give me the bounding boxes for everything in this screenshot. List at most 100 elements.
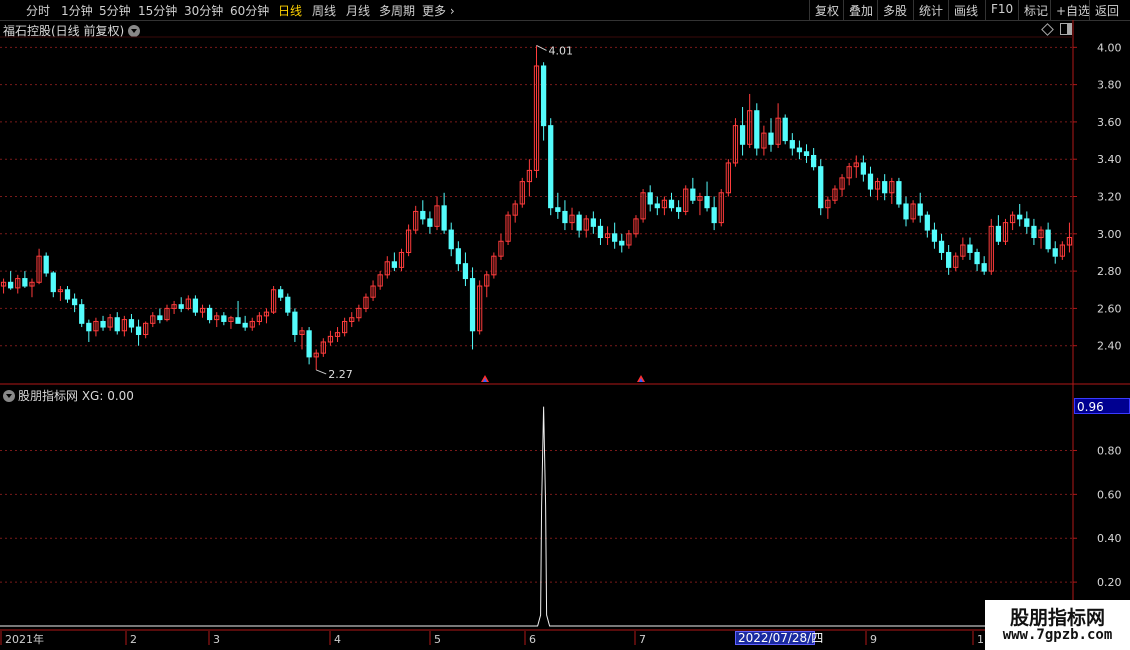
toolbar-item-3[interactable]: 15分钟 xyxy=(138,2,177,19)
candle-body xyxy=(683,188,689,212)
layout-toggle-icon[interactable] xyxy=(1060,23,1072,35)
time-label: 4 xyxy=(334,633,341,646)
candle-body xyxy=(1066,237,1073,246)
candle-body xyxy=(391,261,398,268)
high-marker-label: 4.01 xyxy=(549,44,574,57)
chart-canvas[interactable]: 4.00 3.80 3.60 3.40 3.20 3.00 2.80 2.60 2.40 4.01… xyxy=(0,0,1130,650)
candle-body xyxy=(526,169,533,183)
candle-body xyxy=(192,298,199,313)
toolbar-item-2[interactable]: 5分钟 xyxy=(99,2,131,19)
signal-arrow-icon xyxy=(481,375,489,382)
candle-body xyxy=(647,192,653,205)
time-label: 6 xyxy=(529,633,536,646)
candle-body xyxy=(370,285,376,298)
candle-body xyxy=(292,311,298,336)
toolbar-right-item-5[interactable]: F10 xyxy=(991,2,1013,16)
candle-body xyxy=(327,335,334,343)
candle-body xyxy=(57,289,64,293)
candle-body xyxy=(434,205,440,227)
candle-body xyxy=(1038,229,1044,239)
toolbar-item-9[interactable]: 多周期 xyxy=(379,2,415,19)
candle-body xyxy=(981,263,987,272)
toolbar-right-item-6[interactable]: 标记 xyxy=(1024,2,1048,19)
toolbar-separator xyxy=(1018,0,1019,20)
candle-body xyxy=(100,320,106,328)
candle-body xyxy=(896,181,902,205)
candle-body xyxy=(882,181,888,194)
candle-body xyxy=(334,332,341,337)
toolbar-right-item-4[interactable]: 画线 xyxy=(954,2,978,19)
candle-body xyxy=(1009,214,1016,224)
candle-body xyxy=(157,315,163,321)
candle-body xyxy=(846,166,852,179)
candle-body xyxy=(569,214,575,224)
candle-body xyxy=(306,330,312,358)
candle-body xyxy=(619,240,625,246)
toolbar-item-6[interactable]: 日线 xyxy=(278,2,302,19)
toolbar-item-8[interactable]: 月线 xyxy=(346,2,370,19)
candle-body xyxy=(789,140,795,149)
candle-body xyxy=(796,147,803,153)
candle-body xyxy=(612,233,618,242)
toolbar-separator xyxy=(985,0,986,20)
candle-body xyxy=(832,188,838,201)
candle-body xyxy=(320,341,326,354)
toolbar-item-10[interactable]: 更多 › xyxy=(422,2,455,19)
candle-body xyxy=(967,244,973,253)
candle-body xyxy=(860,162,867,175)
toolbar-right-item-0[interactable]: 复权 xyxy=(815,2,839,19)
toolbar-right-item-7[interactable]: +自选 xyxy=(1056,2,1090,19)
candle-body xyxy=(491,255,497,276)
candle-body xyxy=(654,203,660,209)
candle-body xyxy=(285,296,291,313)
toolbar-right-item-3[interactable]: 统计 xyxy=(919,2,943,19)
candle-body xyxy=(931,229,938,242)
candle-body xyxy=(562,210,568,224)
candle-body xyxy=(278,289,284,298)
low-marker-label: 2.27 xyxy=(328,368,353,381)
toolbar-separator xyxy=(948,0,949,20)
candle-body xyxy=(206,307,213,321)
candle-body xyxy=(1031,225,1037,239)
time-label: 5 xyxy=(434,633,441,646)
toolbar-item-0[interactable]: 分时 xyxy=(26,2,50,19)
candle-body xyxy=(441,205,447,231)
candle-body xyxy=(761,132,767,149)
candle-body xyxy=(256,315,262,322)
chevron-down-icon[interactable] xyxy=(3,390,15,402)
price-label: 3.80 xyxy=(1097,79,1122,92)
candle-body xyxy=(477,285,483,332)
candle-body xyxy=(79,304,85,324)
candle-body xyxy=(50,272,56,293)
candle-body xyxy=(725,162,731,194)
candle-body xyxy=(86,322,92,332)
diamond-icon[interactable] xyxy=(1041,23,1054,36)
candle-body xyxy=(242,322,248,328)
candle-body xyxy=(342,320,348,334)
candle-body xyxy=(405,229,412,253)
candle-body xyxy=(512,203,518,216)
candle-body xyxy=(519,181,525,205)
candle-body xyxy=(199,307,206,313)
candle-body xyxy=(1002,222,1009,242)
candle-body xyxy=(455,248,461,265)
candle-body xyxy=(675,207,682,212)
top-toolbar: 分时 1分钟 5分钟 15分钟 30分钟 60分钟 日线 周线 月线 多周期 更多 › 复权 叠加 多股统… xyxy=(0,0,1130,21)
toolbar-right-item-1[interactable]: 叠加 xyxy=(849,2,873,19)
price-label: 3.20 xyxy=(1097,191,1122,204)
toolbar-item-7[interactable]: 周线 xyxy=(312,2,336,19)
toolbar-item-4[interactable]: 30分钟 xyxy=(184,2,223,19)
candle-body xyxy=(43,255,49,274)
candle-body xyxy=(590,218,596,227)
toolbar-right-item-2[interactable]: 多股 xyxy=(883,2,907,19)
candle-body xyxy=(739,125,746,145)
candle-body xyxy=(1024,218,1030,227)
candle-body xyxy=(114,317,120,332)
candle-body xyxy=(690,188,696,201)
toolbar-item-1[interactable]: 1分钟 xyxy=(61,2,93,19)
candle-body xyxy=(633,218,639,235)
watermark-url: www.7gpzb.com xyxy=(1002,627,1113,643)
toolbar-item-5[interactable]: 60分钟 xyxy=(230,2,269,19)
chevron-down-icon[interactable] xyxy=(128,25,141,37)
toolbar-right-item-8[interactable]: 返回 xyxy=(1095,2,1119,19)
